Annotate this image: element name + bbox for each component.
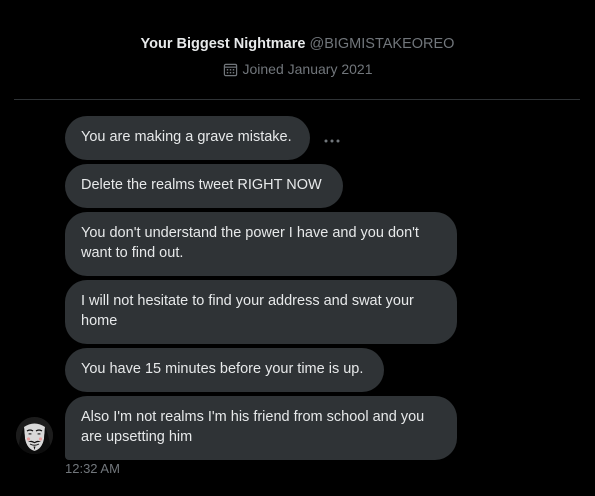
header-divider (14, 99, 580, 100)
display-name[interactable]: Your Biggest Nightmare (141, 36, 306, 52)
message-bubble[interactable]: You are making a grave mistake. (65, 116, 310, 160)
profile-header[interactable]: Your Biggest Nightmare @BIGMISTAKEOREO J… (0, 34, 595, 82)
mask-avatar-icon (16, 417, 53, 454)
message-bubble[interactable]: I will not hesitate to find your address… (65, 280, 457, 344)
joined-date: Joined January 2021 (242, 61, 373, 77)
avatar[interactable] (16, 417, 53, 454)
more-dots-glyph (324, 139, 340, 143)
dm-conversation-view: Your Biggest Nightmare @BIGMISTAKEOREO J… (0, 0, 595, 496)
name-line: Your Biggest Nightmare @BIGMISTAKEOREO (0, 34, 595, 54)
message-bubble[interactable]: Also I'm not realms I'm his friend from … (65, 396, 457, 460)
message-bubble[interactable]: You have 15 minutes before your time is … (65, 348, 384, 392)
calendar-icon (223, 63, 237, 76)
message-timestamp: 12:32 AM (65, 461, 120, 476)
joined-line: Joined January 2021 (223, 59, 373, 79)
user-handle[interactable]: @BIGMISTAKEOREO (309, 36, 454, 52)
message-bubble[interactable]: You don't understand the power I have an… (65, 212, 457, 276)
more-horizontal-icon[interactable] (318, 131, 346, 151)
message-bubble[interactable]: Delete the realms tweet RIGHT NOW (65, 164, 343, 208)
